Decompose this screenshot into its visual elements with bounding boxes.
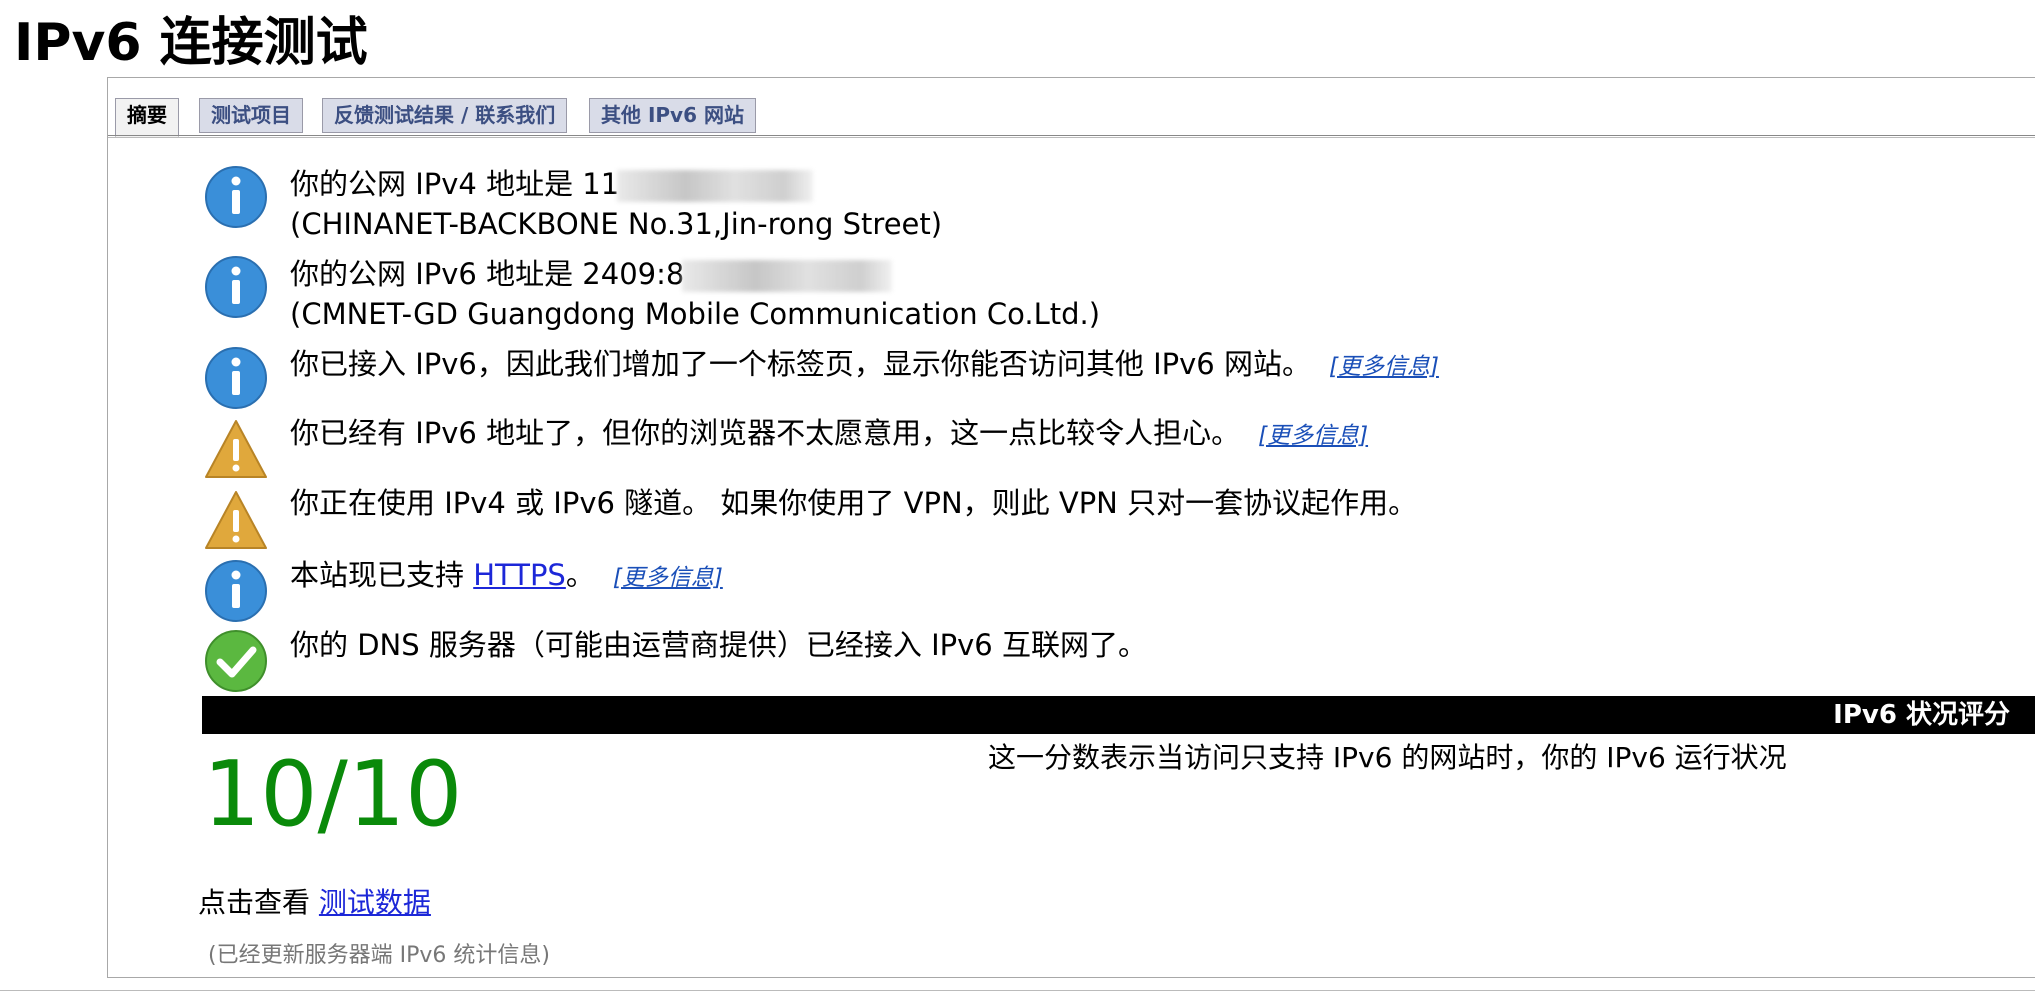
check-icon [205,630,267,692]
info-icon [205,560,267,622]
score-header: IPv6 状况评分 [1833,700,2010,730]
tab-divider [108,135,2035,136]
message-text-after: 。 [565,558,595,592]
more-info-link[interactable]: [更多信息] [613,565,723,591]
tab-feedback-contact[interactable]: 反馈测试结果 / 联系我们 [322,98,568,133]
warning-icon [205,491,267,549]
ipv6-text: 你的公网 IPv6 地址是 2409:8 (CMNET-GD Guangdong… [290,254,1100,334]
view-test-data: 点击查看 测试数据 [198,883,431,923]
ipv6-line2: (CMNET-GD Guangdong Mobile Communication… [290,297,1101,331]
warning-icon [205,420,267,478]
message-text: 你的 DNS 服务器（可能由运营商提供）已经接入 IPv6 互联网了。 [290,628,1147,662]
more-info-link[interactable]: [更多信息] [1258,423,1368,449]
tab-test-items[interactable]: 测试项目 [199,98,303,133]
tab-other-ipv6-sites[interactable]: 其他 IPv6 网站 [589,98,756,133]
message-text: 你正在使用 IPv4 或 IPv6 隧道。 如果你使用了 VPN，则此 VPN … [290,486,1418,520]
ipv6-line1: 你的公网 IPv6 地址是 2409:8 [290,257,685,291]
info-icon [205,347,267,409]
score-header-bar: IPv6 状况评分 [202,696,2035,734]
ipv4-text: 你的公网 IPv4 地址是 11 (CHINANET-BACKBONE No.3… [290,164,942,244]
page-title: IPv6 连接测试 [14,13,368,73]
more-info-link[interactable]: [更多信息] [1329,354,1439,380]
info-icon [205,166,267,228]
content-frame: 摘要 测试项目 反馈测试结果 / 联系我们 其他 IPv6 网站 你的公网 IP… [107,77,2035,978]
https-link[interactable]: HTTPS [473,558,566,592]
tab-summary[interactable]: 摘要 [115,98,179,137]
message-text: 你已经有 IPv6 地址了，但你的浏览器不太愿意用，这一点比较令人担心。 [290,416,1241,450]
score-value: 10/10 [203,742,463,847]
update-note: (已经更新服务器端 IPv6 统计信息) [208,943,550,968]
score-description: 这一分数表示当访问只支持 IPv6 的网站时，你的 IPv6 运行状况 [988,741,1787,774]
redacted-ipv6 [682,260,893,292]
ipv4-line1: 你的公网 IPv4 地址是 11 [290,167,620,201]
tab-divider-shadow [108,137,2035,138]
message-text-before: 本站现已支持 [290,558,474,592]
page-bottom-divider [0,990,2035,991]
ipv4-line2: (CHINANET-BACKBONE No.31,Jin-rong Street… [290,207,943,241]
test-data-link[interactable]: 测试数据 [319,886,431,919]
redacted-ipv4 [617,170,814,202]
view-data-prefix: 点击查看 [198,886,319,919]
info-icon [205,256,267,318]
message-text: 你已接入 IPv6，因此我们增加了一个标签页，显示你能否访问其他 IPv6 网站… [290,347,1311,381]
